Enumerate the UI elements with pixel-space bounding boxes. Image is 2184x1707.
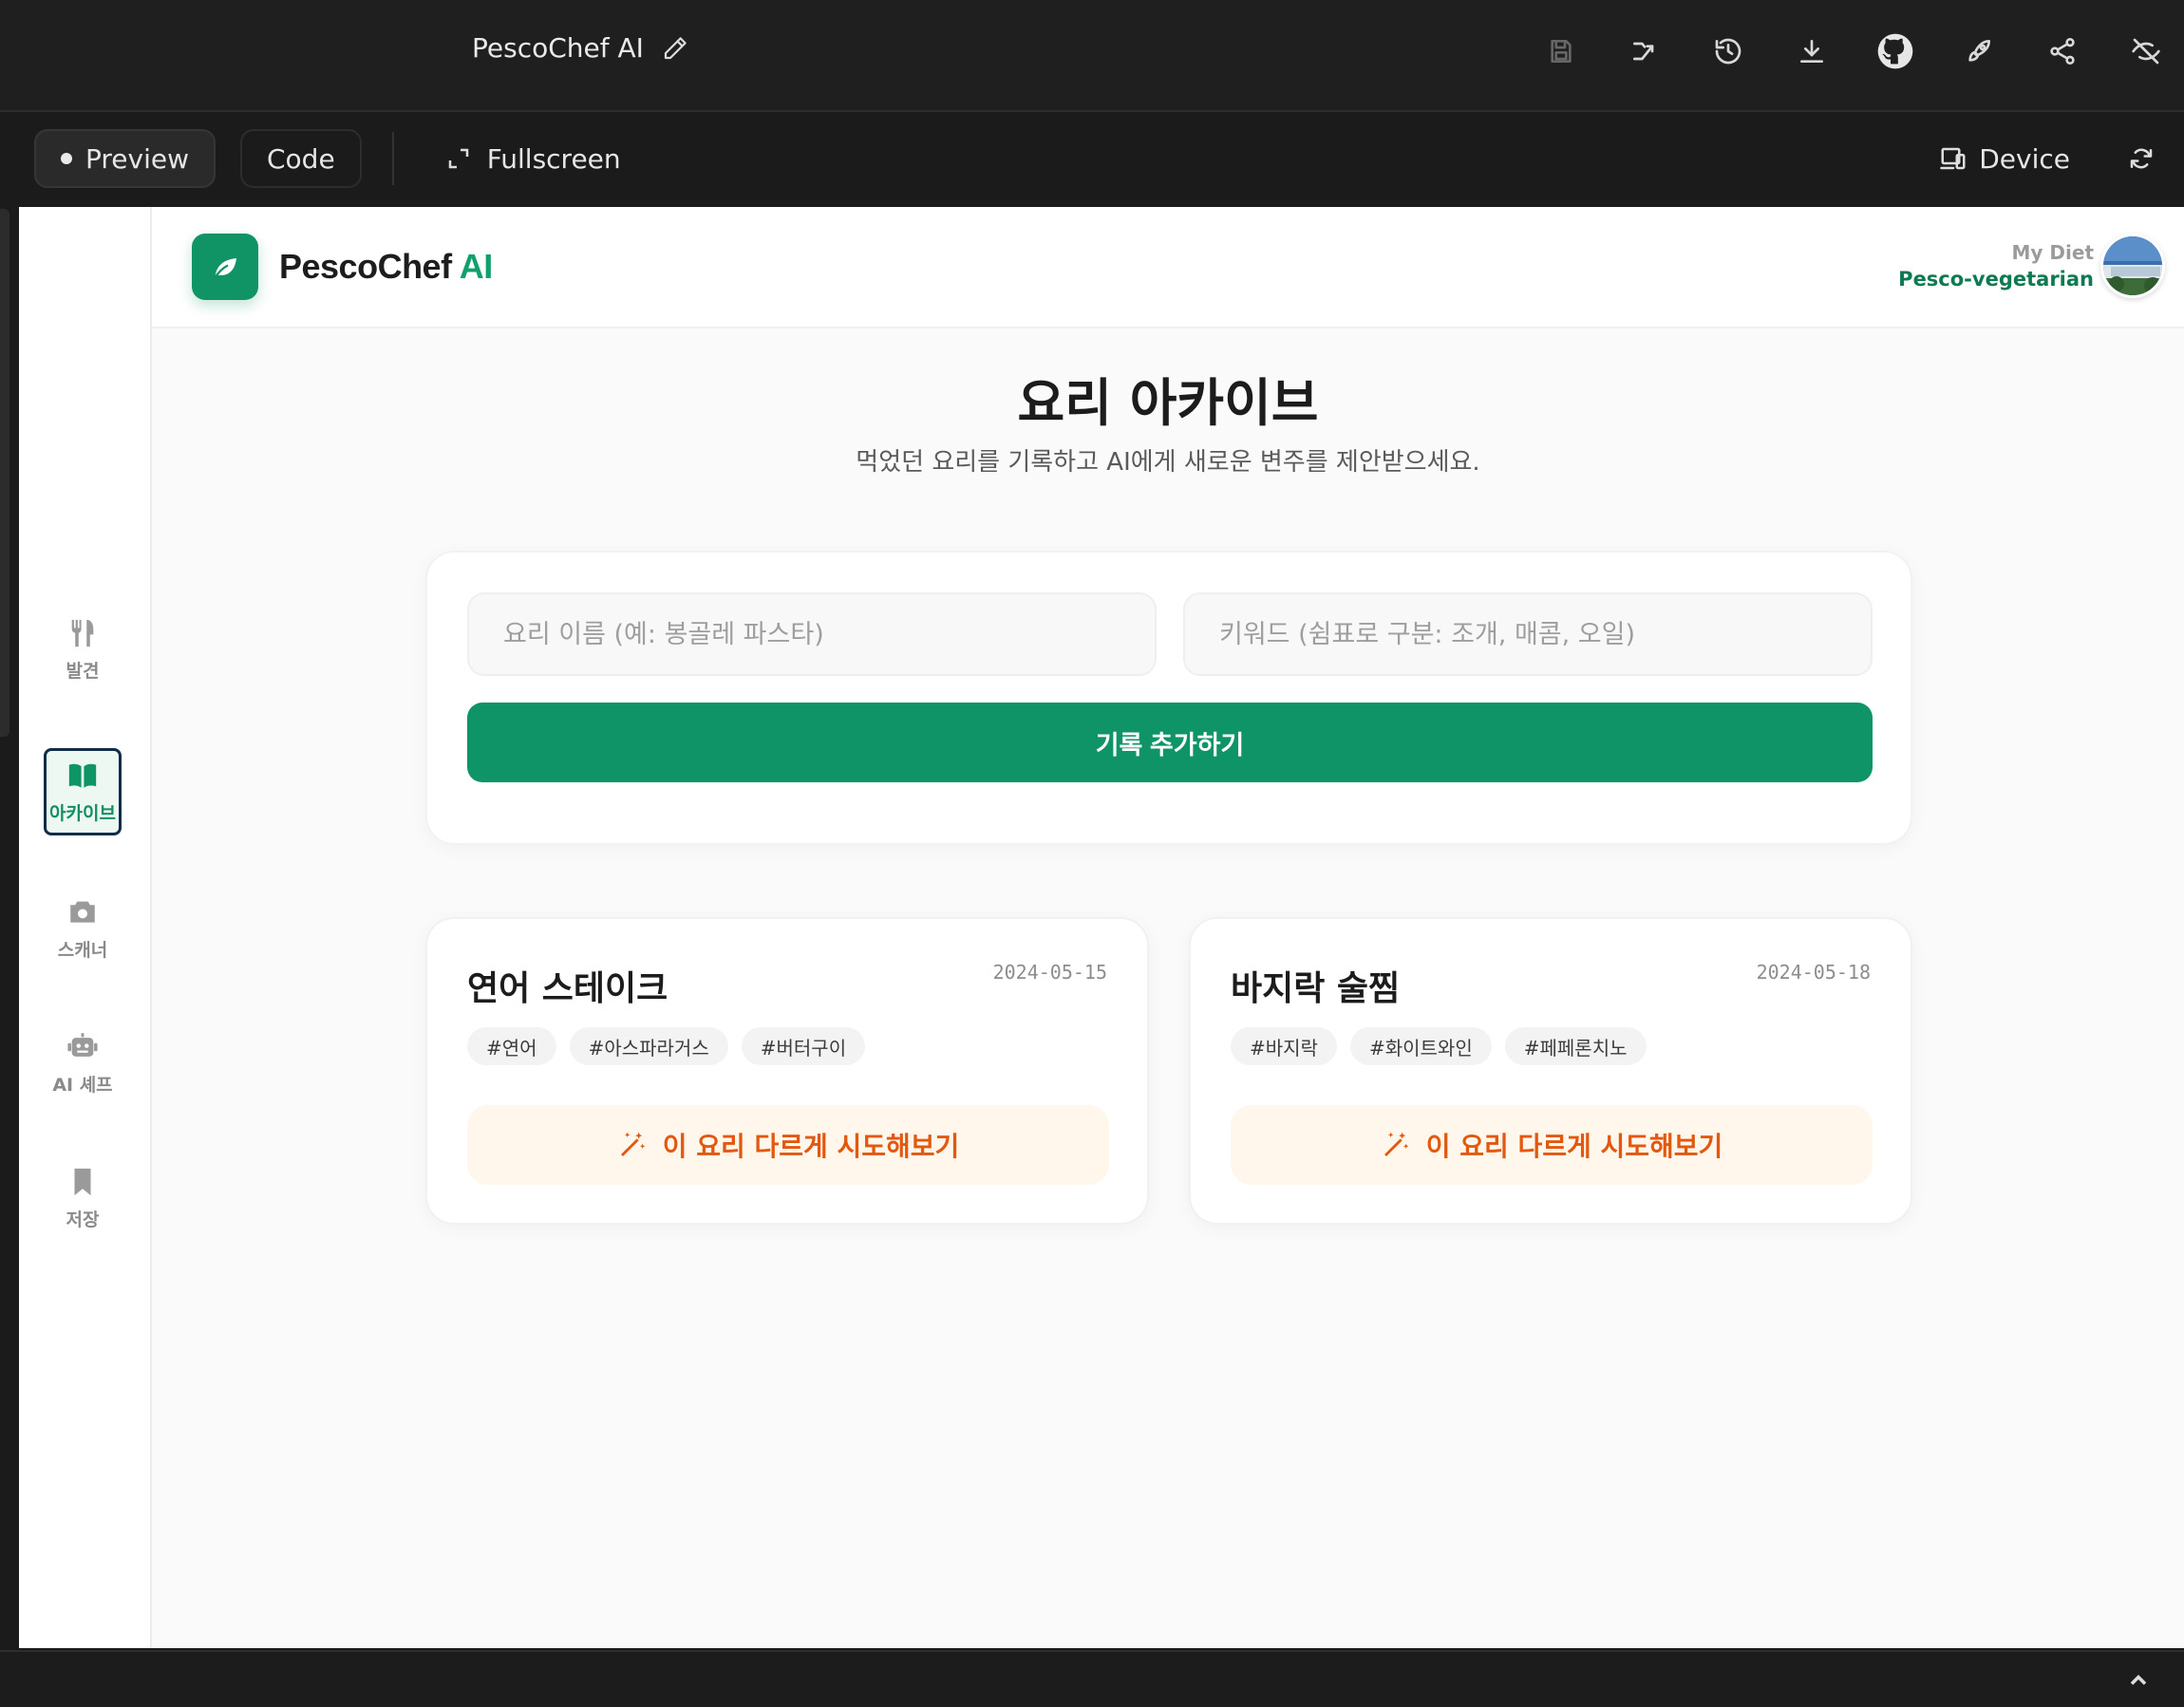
record-card: 바지락 술찜 2024-05-18 #바지락 #화이트와인 #페페론치노 이 요… bbox=[1189, 917, 1912, 1225]
try-variation-button[interactable]: 이 요리 다르게 시도해보기 bbox=[467, 1105, 1109, 1185]
record-date: 2024-05-15 bbox=[992, 961, 1107, 984]
toolbar-divider bbox=[391, 132, 394, 185]
tab-code[interactable]: Code bbox=[240, 129, 362, 188]
magic-wand-icon bbox=[1384, 1132, 1409, 1156]
try-variation-label: 이 요리 다르게 시도해보기 bbox=[662, 1131, 960, 1162]
github-icon[interactable] bbox=[1874, 28, 1916, 74]
book-icon bbox=[68, 763, 97, 788]
robot-icon bbox=[67, 1032, 98, 1057]
tab-preview[interactable]: Preview bbox=[34, 129, 216, 188]
fullscreen-label: Fullscreen bbox=[486, 142, 621, 175]
refresh-button[interactable] bbox=[2127, 129, 2156, 188]
record-tags: #바지락 #화이트와인 #페페론치노 bbox=[1231, 1027, 1647, 1065]
tag: #페페론치노 bbox=[1504, 1027, 1647, 1065]
tag: #버터구이 bbox=[741, 1027, 866, 1065]
expand-icon bbox=[448, 148, 468, 169]
device-label: Device bbox=[1979, 142, 2070, 175]
brand[interactable]: PescoChef AI bbox=[192, 234, 493, 300]
nav-ai-chef[interactable]: AI 셰프 bbox=[44, 1020, 122, 1107]
nav-archive-label: 아카이브 bbox=[49, 802, 116, 824]
top-bar: PescoChef AI bbox=[0, 0, 2184, 112]
nav-archive[interactable]: 아카이브 bbox=[44, 748, 122, 835]
page-title: 요리 아카이브 bbox=[1017, 373, 1319, 433]
page-subtitle: 먹었던 요리를 기록하고 AI에게 새로운 변주를 제안받으세요. bbox=[856, 448, 1480, 477]
chevron-up-icon[interactable] bbox=[2125, 1667, 2152, 1694]
record-tags: #연어 #아스파라거스 #버터구이 bbox=[467, 1027, 866, 1065]
nav-saved-label: 저장 bbox=[66, 1209, 100, 1230]
active-dot-icon bbox=[61, 153, 72, 164]
nav-discover-label: 발견 bbox=[66, 660, 100, 682]
tag: #바지락 bbox=[1231, 1027, 1337, 1065]
try-variation-button[interactable]: 이 요리 다르게 시도해보기 bbox=[1231, 1105, 1873, 1185]
diet-value: Pesco-vegetarian bbox=[1898, 268, 2094, 291]
fork-icon[interactable] bbox=[1624, 28, 1666, 74]
bookmark-icon bbox=[74, 1168, 91, 1195]
nav-ai-chef-label: AI 셰프 bbox=[52, 1074, 113, 1096]
scroll-gutter bbox=[0, 209, 9, 737]
tag: #화이트와인 bbox=[1349, 1027, 1492, 1065]
refresh-icon bbox=[2130, 148, 2153, 169]
device-icon bbox=[1940, 147, 1966, 170]
brand-name: PescoChef AI bbox=[279, 247, 493, 287]
tab-preview-label: Preview bbox=[85, 142, 189, 175]
brand-suffix: AI bbox=[459, 247, 494, 286]
dish-name-input[interactable] bbox=[467, 592, 1157, 676]
pencil-icon[interactable] bbox=[661, 34, 689, 63]
record-card: 연어 스테이크 2024-05-15 #연어 #아스파라거스 #버터구이 이 요… bbox=[425, 917, 1149, 1225]
tag: #아스파라거스 bbox=[569, 1027, 728, 1065]
nav-discover[interactable]: 발견 bbox=[44, 606, 122, 693]
record-date: 2024-05-18 bbox=[1756, 961, 1871, 984]
avatar[interactable] bbox=[2100, 234, 2165, 298]
history-icon[interactable] bbox=[1707, 28, 1749, 74]
tag: #연어 bbox=[467, 1027, 556, 1065]
project-title[interactable]: PescoChef AI bbox=[472, 32, 689, 64]
record-title: 연어 스테이크 bbox=[467, 969, 668, 1008]
nav-saved[interactable]: 저장 bbox=[44, 1154, 122, 1242]
device-button[interactable]: Device bbox=[1939, 129, 2070, 188]
diet-info: My Diet Pesco-vegetarian bbox=[1898, 241, 2094, 291]
app-sidebar: 발견 아카이브 스캐너 AI 셰프 저장 bbox=[19, 207, 152, 1648]
add-record-button[interactable]: 기록 추가하기 bbox=[467, 703, 1873, 782]
diet-label: My Diet bbox=[2011, 241, 2094, 264]
camera-icon bbox=[70, 901, 95, 923]
nav-scanner[interactable]: 스캐너 bbox=[44, 885, 122, 972]
share-icon[interactable] bbox=[2042, 28, 2083, 74]
hide-icon[interactable] bbox=[2125, 28, 2167, 74]
tab-code-label: Code bbox=[267, 142, 335, 175]
save-icon[interactable] bbox=[1540, 28, 1582, 74]
record-title: 바지락 술찜 bbox=[1231, 969, 1401, 1008]
fork-knife-icon bbox=[71, 619, 94, 647]
preview-frame: 발견 아카이브 스캐너 AI 셰프 저장 PescoChef AI My Die… bbox=[19, 207, 2184, 1648]
project-title-text: PescoChef AI bbox=[472, 32, 644, 64]
brand-name-text: PescoChef bbox=[279, 247, 452, 286]
rocket-icon[interactable] bbox=[1958, 28, 2000, 74]
keywords-input[interactable] bbox=[1183, 592, 1873, 676]
preview-toolbar: Preview Code Fullscreen Device bbox=[0, 114, 2184, 207]
add-record-form: 기록 추가하기 bbox=[425, 551, 1912, 845]
bottom-bar bbox=[0, 1650, 2184, 1707]
try-variation-label: 이 요리 다르게 시도해보기 bbox=[1425, 1131, 1723, 1162]
download-icon[interactable] bbox=[1791, 28, 1833, 74]
magic-wand-icon bbox=[620, 1132, 646, 1156]
leaf-logo-icon bbox=[192, 234, 258, 300]
nav-scanner-label: 스캐너 bbox=[57, 939, 108, 961]
app-header: PescoChef AI My Diet Pesco-vegetarian bbox=[152, 207, 2184, 328]
fullscreen-button[interactable]: Fullscreen bbox=[424, 129, 644, 188]
